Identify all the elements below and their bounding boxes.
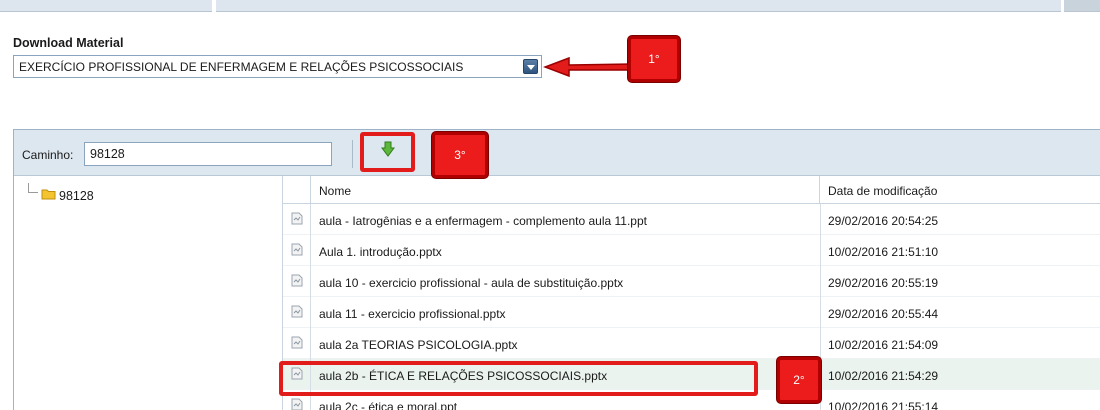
- course-select[interactable]: EXERCÍCIO PROFISSIONAL DE ENFERMAGEM E R…: [13, 55, 542, 78]
- file-icon: [291, 212, 303, 225]
- file-icon-cell: [283, 235, 311, 266]
- folder-icon: [41, 189, 56, 200]
- file-date: 10/02/2016 21:54:29: [828, 369, 939, 383]
- file-row[interactable]: Aula 1. introdução.pptx 10/02/2016 21:51…: [283, 235, 1100, 266]
- column-divider: [820, 204, 821, 235]
- top-tab-1[interactable]: [0, 0, 212, 12]
- column-divider: [820, 328, 821, 359]
- file-date: 10/02/2016 21:51:10: [828, 245, 939, 259]
- step-3-badge: 3°: [432, 132, 488, 178]
- file-name: aula 2a TEORIAS PSICOLOGIA.pptx: [319, 338, 518, 352]
- file-date: 29/02/2016 20:55:19: [828, 276, 939, 290]
- file-icon: [291, 274, 303, 287]
- selected-file-highlight: [279, 361, 758, 396]
- step-2-label: 2°: [793, 373, 805, 387]
- top-tab-strip: [0, 0, 1100, 14]
- path-toolbar: Caminho:: [14, 130, 1100, 176]
- download-button-highlight: [360, 132, 415, 172]
- file-icon: [291, 243, 303, 256]
- file-icon-cell: [283, 204, 311, 235]
- top-tab-3[interactable]: [1064, 0, 1100, 12]
- file-date: 29/02/2016 20:54:25: [828, 214, 939, 228]
- file-row[interactable]: aula 2a TEORIAS PSICOLOGIA.pptx 10/02/20…: [283, 328, 1100, 359]
- chevron-down-icon[interactable]: [523, 59, 538, 74]
- column-divider: [820, 266, 821, 297]
- date-column-label: Data de modificação: [828, 184, 938, 198]
- tree-item-root[interactable]: 98128: [59, 189, 94, 203]
- file-name: aula - Iatrogênias e a enfermagem - comp…: [319, 214, 647, 228]
- file-icon: [291, 305, 303, 318]
- path-label: Caminho:: [22, 148, 74, 162]
- file-icon-cell: [283, 328, 311, 359]
- file-name: aula 10 - exercicio profissional - aula …: [319, 276, 624, 290]
- step-2-badge: 2°: [777, 357, 821, 403]
- file-row[interactable]: aula 10 - exercicio profissional - aula …: [283, 266, 1100, 297]
- column-divider: [820, 297, 821, 328]
- file-row[interactable]: aula - Iatrogênias e a enfermagem - comp…: [283, 204, 1100, 235]
- file-icon-cell: [283, 297, 311, 328]
- step-3-label: 3°: [454, 148, 466, 162]
- file-icon: [291, 398, 303, 410]
- top-tab-2[interactable]: [216, 0, 1061, 12]
- file-date: 10/02/2016 21:55:14: [828, 400, 939, 410]
- file-name: aula 2c - ética e moral.ppt: [319, 400, 458, 410]
- name-column-label: Nome: [319, 184, 352, 198]
- step-1-badge: 1°: [628, 36, 680, 82]
- file-date: 10/02/2016 21:54:09: [828, 338, 939, 352]
- step-1-label: 1°: [648, 52, 660, 66]
- file-name: aula 11 - exercicio profissional.pptx: [319, 307, 506, 321]
- file-list-header: Nome Data de modificação: [283, 176, 1100, 204]
- file-row[interactable]: aula 11 - exercicio profissional.pptx 29…: [283, 297, 1100, 328]
- date-column-header[interactable]: Data de modificação: [820, 176, 1100, 204]
- folder-tree: 98128: [14, 176, 282, 410]
- toolbar-separator: [352, 140, 353, 168]
- file-icon: [291, 336, 303, 349]
- file-name: Aula 1. introdução.pptx: [319, 245, 442, 259]
- file-date: 29/02/2016 20:55:44: [828, 307, 939, 321]
- tree-connector: [28, 183, 38, 193]
- column-divider: [820, 235, 821, 266]
- path-input[interactable]: [84, 142, 332, 166]
- file-icon-cell: [283, 266, 311, 297]
- icon-column-header: [283, 176, 311, 204]
- course-select-value: EXERCÍCIO PROFISSIONAL DE ENFERMAGEM E R…: [19, 60, 464, 74]
- download-material-label: Download Material: [13, 36, 124, 50]
- name-column-header[interactable]: Nome: [311, 176, 820, 204]
- red-arrow-annotation: [543, 56, 634, 78]
